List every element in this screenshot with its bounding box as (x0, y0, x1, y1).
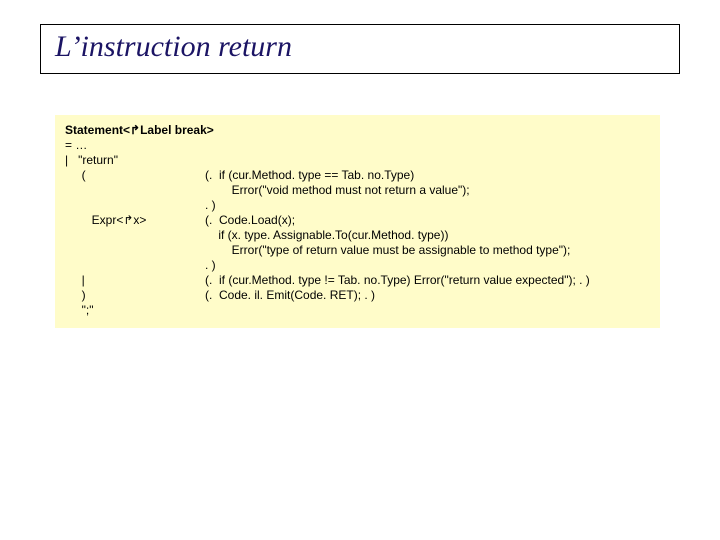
code-row: ";" (65, 303, 650, 318)
code-return-line: | "return" (65, 153, 650, 168)
slide-title: L’instruction return (55, 29, 665, 65)
code-header: Statement<↱Label break> (65, 123, 650, 138)
slide-root: L’instruction return Statement<↱Label br… (0, 0, 720, 540)
code-row: Expr<↱x> (. Code.Load(x); (65, 213, 650, 228)
code-row: . ) (65, 198, 650, 213)
code-right: . ) (205, 258, 650, 273)
code-left: Expr<↱x> (65, 213, 205, 228)
code-right: (. Code. il. Emit(Code. RET); . ) (205, 288, 650, 303)
code-right: . ) (205, 198, 650, 213)
code-block: Statement<↱Label break> = … | "return" (… (55, 115, 660, 328)
code-right: (. if (cur.Method. type == Tab. no.Type) (205, 168, 650, 183)
code-row: ( (. if (cur.Method. type == Tab. no.Typ… (65, 168, 650, 183)
code-left: ) (65, 288, 205, 303)
code-row: Error("type of return value must be assi… (65, 243, 650, 258)
code-row: if (x. type. Assignable.To(cur.Method. t… (65, 228, 650, 243)
code-row: . ) (65, 258, 650, 273)
code-eq-line: = … (65, 138, 650, 153)
code-right: Error("void method must not return a val… (205, 183, 650, 198)
code-left: | (65, 273, 205, 288)
code-right: (. if (cur.Method. type != Tab. no.Type)… (205, 273, 650, 288)
code-right: Error("type of return value must be assi… (205, 243, 650, 258)
code-left: ( (65, 168, 205, 183)
code-row: ) (. Code. il. Emit(Code. RET); . ) (65, 288, 650, 303)
code-row: Error("void method must not return a val… (65, 183, 650, 198)
code-left: ";" (65, 303, 205, 318)
code-right: (. Code.Load(x); (205, 213, 650, 228)
code-row: | (. if (cur.Method. type != Tab. no.Typ… (65, 273, 650, 288)
code-right: if (x. type. Assignable.To(cur.Method. t… (205, 228, 650, 243)
title-box: L’instruction return (40, 24, 680, 74)
